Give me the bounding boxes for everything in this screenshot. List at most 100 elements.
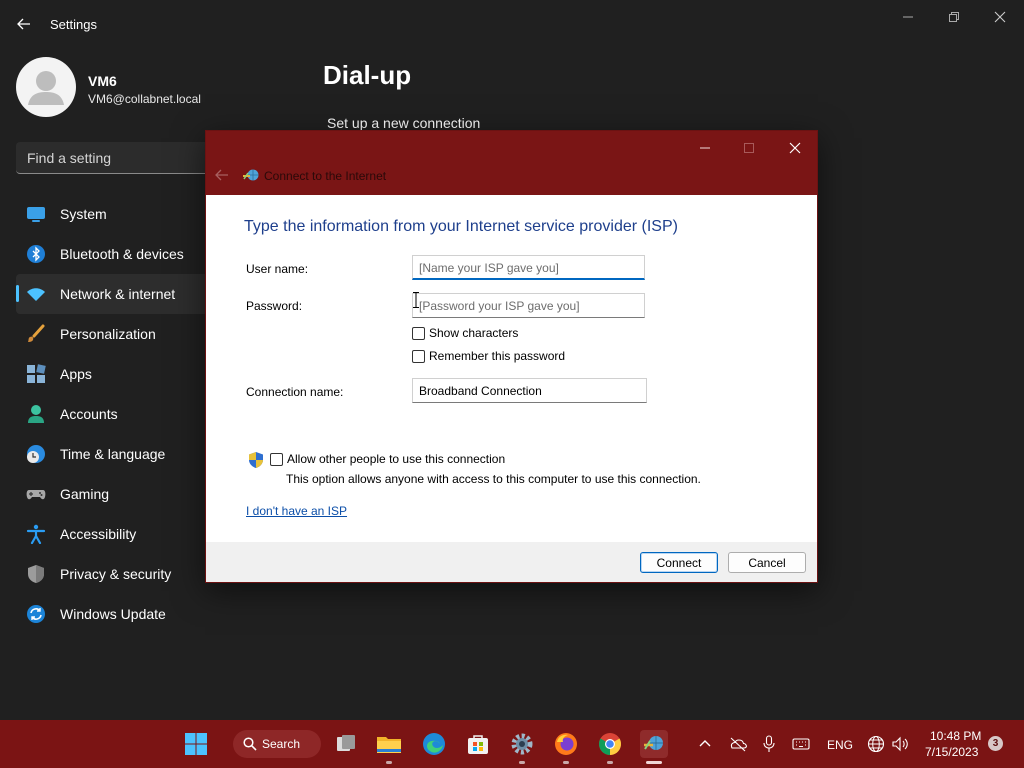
clock-time[interactable]: 10:48 PM xyxy=(930,729,981,743)
sidebar-item-system[interactable]: System xyxy=(16,194,216,234)
taskbar-search-label: Search xyxy=(262,737,301,751)
shield-icon xyxy=(26,564,46,584)
task-view-icon[interactable] xyxy=(332,730,360,758)
sidebar-item-label: Personalization xyxy=(60,326,156,342)
user-email: VM6@collabnet.local xyxy=(88,92,201,106)
running-indicator xyxy=(607,761,613,764)
running-indicator xyxy=(563,761,569,764)
checkbox-box[interactable] xyxy=(270,452,283,466)
search-placeholder: Find a setting xyxy=(27,150,112,166)
dialog-title: Connect to the Internet xyxy=(264,169,387,183)
minimize-button[interactable] xyxy=(888,6,928,28)
sidebar-item-accounts[interactable]: Accounts xyxy=(16,394,216,434)
running-indicator xyxy=(519,761,525,764)
sidebar-item-gaming[interactable]: Gaming xyxy=(16,474,216,514)
dialog-heading: Type the information from your Internet … xyxy=(244,218,678,235)
sidebar-item-label: Apps xyxy=(60,366,92,382)
dialog-maximize-button xyxy=(727,135,771,161)
show-characters-label: Show characters xyxy=(429,326,519,340)
allow-others-checkbox[interactable]: Allow other people to use this connectio… xyxy=(270,452,505,466)
sidebar-item-apps[interactable]: Apps xyxy=(16,354,216,394)
person-icon xyxy=(26,404,46,424)
wifi-icon xyxy=(26,284,46,304)
show-characters-checkbox[interactable]: Show characters xyxy=(412,326,518,340)
user-name-field[interactable]: [Name your ISP gave you] xyxy=(412,255,645,280)
firefox-icon[interactable] xyxy=(552,730,580,758)
chrome-icon[interactable] xyxy=(596,730,624,758)
apps-icon xyxy=(26,364,46,384)
sidebar-item-privacy-security[interactable]: Privacy & security xyxy=(16,554,216,594)
sidebar-item-label: Accounts xyxy=(60,406,118,422)
update-icon xyxy=(26,604,46,624)
page-title: Dial-up xyxy=(323,60,412,90)
dialog-title-bar: Connect to the Internet xyxy=(206,131,817,195)
file-explorer-icon[interactable] xyxy=(375,730,403,758)
onedrive-offline-icon[interactable] xyxy=(724,730,752,758)
avatar xyxy=(16,57,76,117)
connection-name-field[interactable]: Broadband Connection xyxy=(412,378,647,403)
allow-others-label: Allow other people to use this connectio… xyxy=(287,452,506,466)
globe-clock-icon xyxy=(26,444,46,464)
sidebar-item-label: Time & language xyxy=(60,446,166,462)
monitor-icon xyxy=(26,204,46,224)
title-bar: Settings xyxy=(0,0,1024,48)
dialog-minimize-button[interactable] xyxy=(683,135,727,161)
connect-to-internet-taskbar-icon[interactable] xyxy=(640,730,668,758)
sidebar-item-label: Privacy & security xyxy=(60,566,172,582)
keyboard-icon[interactable] xyxy=(787,730,815,758)
microphone-icon[interactable] xyxy=(755,730,783,758)
text-cursor-icon xyxy=(413,292,419,308)
bluetooth-icon xyxy=(26,244,46,264)
active-indicator xyxy=(646,761,662,764)
sidebar-item-time-language[interactable]: Time & language xyxy=(16,434,216,474)
accessibility-icon xyxy=(26,524,46,544)
settings-gear-icon[interactable] xyxy=(508,730,536,758)
microsoft-store-icon[interactable] xyxy=(464,730,492,758)
cancel-button[interactable]: Cancel xyxy=(728,552,806,573)
start-button[interactable] xyxy=(182,730,210,758)
dialog-footer: Connect Cancel xyxy=(206,542,817,582)
connect-to-internet-dialog: Connect to the Internet Type the informa… xyxy=(205,130,818,583)
maximize-button[interactable] xyxy=(934,6,974,28)
app-title: Settings xyxy=(50,17,97,32)
gamepad-icon xyxy=(26,484,46,504)
uac-shield-icon xyxy=(248,451,264,469)
checkbox-box[interactable] xyxy=(412,349,425,363)
remember-password-checkbox[interactable]: Remember this password xyxy=(412,349,565,363)
close-button[interactable] xyxy=(980,6,1020,28)
running-indicator xyxy=(386,761,392,764)
taskbar-search-button[interactable]: Search xyxy=(233,730,321,758)
allow-others-note: This option allows anyone with access to… xyxy=(286,472,701,486)
chevron-up-icon[interactable] xyxy=(691,730,719,758)
sidebar-item-windows-update[interactable]: Windows Update xyxy=(16,594,216,634)
taskbar: Search ENG 10:48 PM 7/15/2023 xyxy=(0,720,1024,768)
setup-new-connection-link[interactable]: Set up a new connection xyxy=(327,115,480,131)
connection-name-label: Connection name: xyxy=(246,385,344,399)
dialog-back-arrow-icon xyxy=(212,167,232,183)
sidebar-nav: System Bluetooth & devices Network & int… xyxy=(16,194,216,634)
remember-password-label: Remember this password xyxy=(429,349,566,363)
volume-icon[interactable] xyxy=(886,730,914,758)
checkbox-box[interactable] xyxy=(412,326,425,340)
sidebar-item-label: Network & internet xyxy=(60,286,176,302)
edge-browser-icon[interactable] xyxy=(420,730,448,758)
back-arrow-icon[interactable] xyxy=(14,14,34,34)
sidebar-item-label: Gaming xyxy=(60,486,110,502)
notification-badge[interactable]: 3 xyxy=(988,736,1003,751)
search-icon xyxy=(243,737,257,756)
network-globe-icon xyxy=(242,167,260,183)
sidebar-item-label: System xyxy=(60,206,107,222)
sidebar-item-label: Accessibility xyxy=(60,526,137,542)
sidebar-item-personalization[interactable]: Personalization xyxy=(16,314,216,354)
connect-button[interactable]: Connect xyxy=(640,552,718,573)
no-isp-link[interactable]: I don't have an ISP xyxy=(246,504,347,518)
sidebar-item-accessibility[interactable]: Accessibility xyxy=(16,514,216,554)
dialog-close-button[interactable] xyxy=(773,135,817,161)
sidebar-item-network[interactable]: Network & internet xyxy=(16,274,216,314)
password-label: Password: xyxy=(246,299,303,313)
brush-icon xyxy=(26,324,46,344)
password-field[interactable]: [Password your ISP gave you] xyxy=(412,293,645,318)
sidebar-item-bluetooth[interactable]: Bluetooth & devices xyxy=(16,234,216,274)
clock-date[interactable]: 7/15/2023 xyxy=(925,745,978,759)
input-language[interactable]: ENG xyxy=(827,738,853,752)
